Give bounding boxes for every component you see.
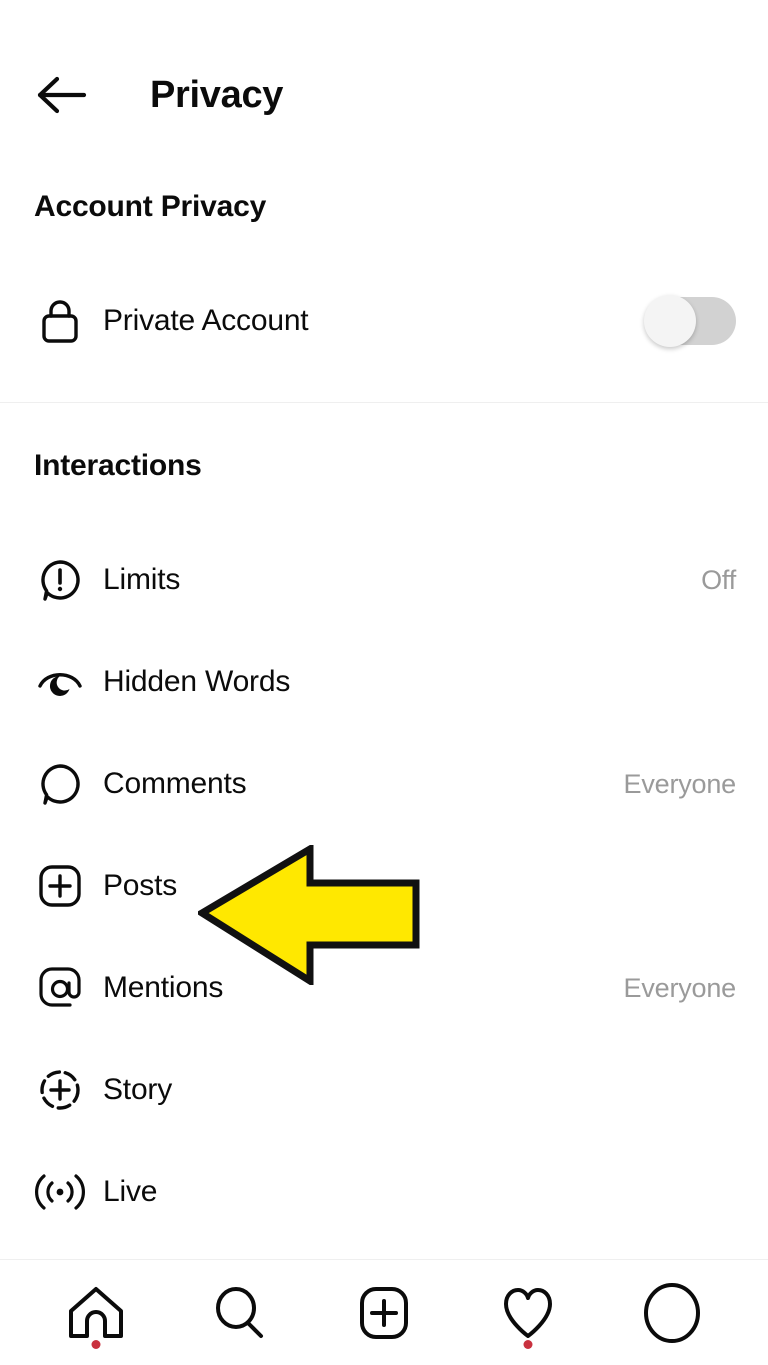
private-account-toggle[interactable] [644,295,736,347]
plus-square-icon [360,1286,408,1339]
live-icon [34,1166,86,1218]
back-button[interactable] [34,67,90,123]
home-badge-dot [91,1339,101,1349]
nav-item-search[interactable] [196,1269,284,1357]
nav-item-activity[interactable] [484,1269,572,1357]
section-title-interactions: Interactions [34,449,202,482]
privacy-settings-screen: Privacy Account Privacy Private Account [0,0,768,1365]
row-comments[interactable]: Comments Everyone [0,733,768,835]
row-label-comments: Comments [103,767,247,800]
hidden-words-icon [34,656,86,708]
section-title-account-privacy: Account Privacy [34,190,267,223]
page-title: Privacy [150,73,284,116]
row-value-mentions: Everyone [623,972,737,1003]
toggle-knob [644,295,696,347]
row-label-hidden-words: Hidden Words [103,665,291,698]
row-label-mentions: Mentions [103,971,224,1004]
heart-icon [504,1287,552,1338]
limits-icon [34,554,86,606]
bottom-navigation-bar [0,1259,768,1365]
row-story[interactable]: Story [0,1039,768,1141]
section-account-privacy: Account Privacy Private Account [0,190,768,402]
row-value-comments: Everyone [623,768,737,799]
row-mentions[interactable]: Mentions Everyone [0,937,768,1039]
row-label-limits: Limits [103,563,181,596]
row-value-limits: Off [701,564,736,595]
profile-circle-icon [644,1282,700,1343]
row-private-account[interactable]: Private Account [0,270,768,372]
mention-icon [34,962,86,1014]
plus-square-icon [34,860,86,912]
nav-item-home[interactable] [52,1269,140,1357]
row-label-posts: Posts [103,869,178,902]
row-live[interactable]: Live [0,1141,768,1243]
section-interactions: Interactions Limits Off Hidden Words Com… [0,403,768,1243]
comment-icon [34,758,86,810]
row-label-story: Story [103,1073,173,1106]
row-posts[interactable]: Posts [0,835,768,937]
row-label-private-account: Private Account [103,304,309,337]
home-icon [69,1286,123,1338]
row-hidden-words[interactable]: Hidden Words [0,631,768,733]
lock-icon [34,295,86,347]
row-limits[interactable]: Limits Off [0,529,768,631]
arrow-left-icon [37,76,87,114]
story-icon [34,1064,86,1116]
nav-item-create[interactable] [340,1269,428,1357]
row-label-live: Live [103,1175,158,1208]
activity-badge-dot [523,1339,533,1349]
nav-item-profile[interactable] [628,1269,716,1357]
search-icon [216,1286,263,1338]
settings-content: Account Privacy Private Account Interact… [0,190,768,1259]
app-header: Privacy [0,0,768,190]
